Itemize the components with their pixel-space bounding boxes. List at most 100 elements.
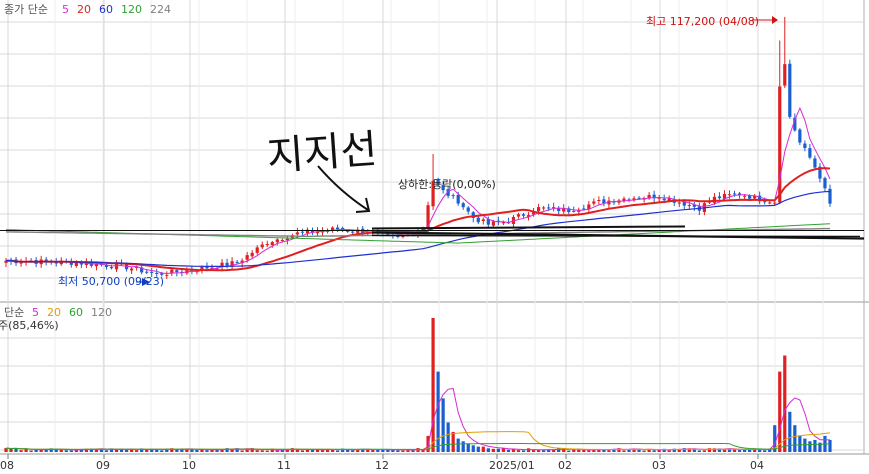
volume-bar: [702, 450, 706, 452]
volume-bar: [521, 450, 526, 452]
volume-bar: [798, 435, 802, 452]
candle-body: [74, 262, 78, 267]
candle-body: [521, 214, 526, 216]
volume-bar: [607, 450, 611, 452]
volume-bar: [431, 318, 435, 452]
volume-bar: [441, 398, 445, 452]
candle-body: [542, 207, 546, 209]
candle-body: [582, 208, 586, 210]
candle-body: [798, 129, 802, 143]
volume-bar: [783, 355, 787, 452]
candle-body: [155, 273, 159, 275]
volume-bar: [722, 449, 727, 452]
volume-bar: [255, 450, 259, 452]
candle-body: [150, 271, 154, 273]
volume-bar: [461, 441, 465, 452]
volume-bar: [471, 445, 475, 452]
volume-bar: [763, 450, 767, 452]
volume-bar: [305, 449, 310, 452]
legend-item: 60: [99, 3, 113, 16]
candle-body: [547, 207, 551, 209]
candle-body: [813, 158, 817, 168]
volume-bar: [813, 439, 817, 452]
x-tick-label: 02: [558, 459, 572, 472]
volume-bar: [185, 449, 189, 452]
x-tick-label: 12: [375, 459, 389, 472]
candle-body: [602, 199, 606, 204]
x-tick-label: 04: [750, 459, 764, 472]
volume-bar: [336, 450, 340, 452]
volume-bar: [516, 450, 521, 452]
candle-body: [295, 232, 300, 235]
candle-body: [456, 194, 460, 204]
candle-body: [481, 219, 485, 222]
volume-bar: [667, 450, 671, 452]
candle-body: [763, 201, 767, 203]
x-axis-labels: 08 09 10 11 12 2025/01 02 03 04: [0, 454, 764, 472]
volume-bar: [175, 449, 179, 452]
candle-body: [351, 231, 355, 233]
volume-bar: [526, 448, 531, 452]
volume-bar: [793, 425, 797, 452]
volume-bar: [622, 450, 626, 452]
handwritten-support-label: 지지선: [265, 126, 378, 180]
x-tick-label: 09: [96, 459, 110, 472]
volume-bar: [466, 443, 470, 452]
volume-bar: [401, 450, 405, 452]
candle-body: [773, 202, 777, 204]
volume-bar: [828, 439, 832, 452]
volume-bar: [290, 448, 294, 452]
x-tick-label: 03: [652, 459, 666, 472]
legend-item: 120: [121, 3, 142, 16]
volume-bar: [330, 449, 335, 452]
volume-bar: [160, 450, 164, 452]
volume-ma5-line: [5, 387, 831, 451]
candle-body: [783, 64, 787, 86]
volume-bar: [567, 450, 571, 452]
volume-bar: [145, 449, 149, 452]
volume-bar: [486, 448, 490, 452]
volume-bar: [511, 449, 516, 452]
candle-body: [597, 199, 601, 201]
volume-bar: [737, 450, 742, 452]
volume-bar: [456, 438, 460, 452]
volume-bar: [205, 450, 209, 452]
volume-bar: [697, 450, 701, 452]
candle-body: [466, 207, 470, 212]
candle-body: [275, 239, 279, 243]
candle-body: [662, 198, 666, 201]
candle-body: [280, 239, 284, 241]
candle-body: [145, 271, 149, 273]
volume-bar: [582, 449, 586, 452]
legend-bottom-prefix: 단순: [4, 306, 24, 319]
low-annotation: 최저 50,700 (09/23): [58, 275, 164, 288]
candle-body: [245, 255, 249, 260]
candle-body: [451, 195, 455, 197]
candle-body: [130, 268, 134, 271]
volume-bar: [29, 450, 33, 452]
volume-bar: [692, 449, 696, 452]
volume-bar: [59, 449, 63, 452]
volume-bar: [707, 448, 712, 452]
volume-bar: [265, 450, 269, 452]
candle-body: [687, 205, 691, 207]
volume-bar: [531, 450, 536, 452]
volume-bar: [34, 449, 38, 452]
volume-bar: [69, 450, 73, 452]
x-tick-label: 2025/01: [489, 459, 535, 472]
legend-top-prefix: 종가 단순: [4, 3, 48, 16]
candle-body: [109, 267, 114, 269]
updown-annotation: 상하한:등락(0,00%): [398, 177, 496, 191]
candle-body: [516, 214, 521, 217]
volume-bar: [742, 450, 747, 452]
volume-bar: [135, 450, 139, 452]
volume-bar: [240, 450, 244, 452]
legend-item: 60: [69, 306, 83, 319]
volume-bar: [104, 450, 109, 452]
volume-bar: [451, 431, 455, 452]
candle-body: [225, 262, 229, 266]
support-line-drawn: [371, 225, 686, 230]
volume-bar: [9, 448, 13, 452]
x-tick-label: 10: [182, 459, 196, 472]
candle-body: [250, 252, 254, 257]
